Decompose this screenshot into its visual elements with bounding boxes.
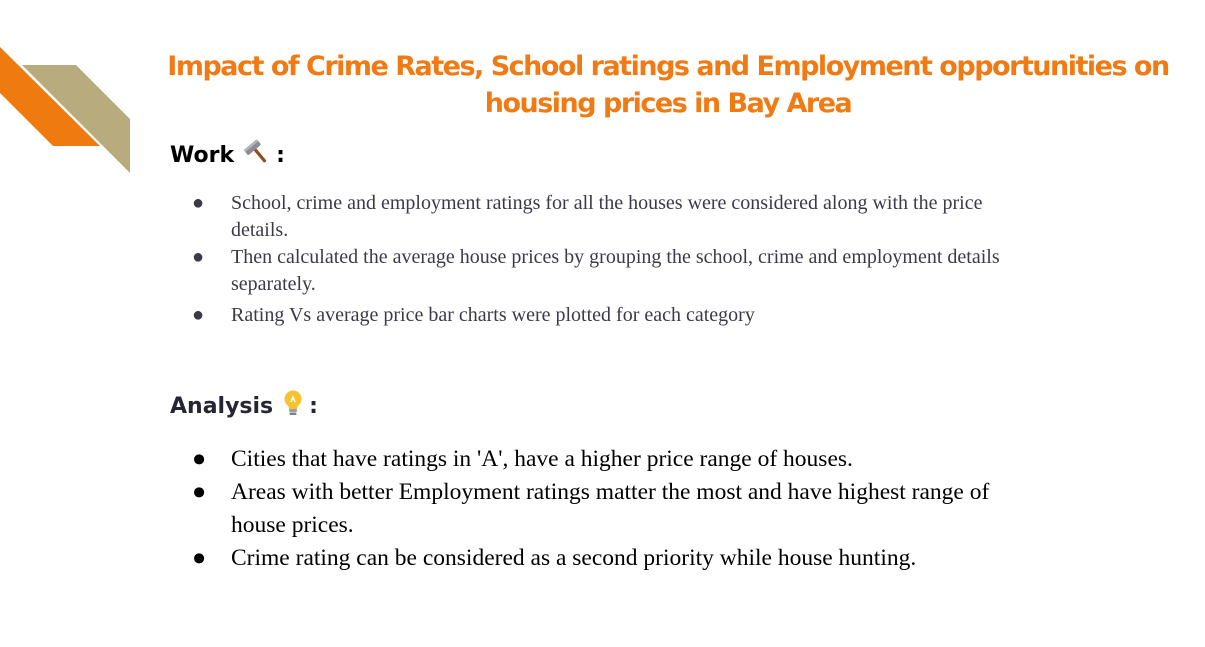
bullet-icon: ● bbox=[192, 304, 205, 326]
bullet-icon: ● bbox=[192, 192, 205, 214]
slide-title: Impact of Crime Rates, School ratings an… bbox=[167, 51, 1170, 119]
bullet-icon: ● bbox=[192, 446, 207, 472]
lightbulb-icon bbox=[281, 388, 305, 424]
analysis-heading-label: Analysis bbox=[170, 393, 274, 419]
list-item-text: Cities that have ratings in 'A', have a … bbox=[231, 446, 853, 472]
list-item: ● Then calculated the average house price… bbox=[188, 244, 1028, 298]
list-item: ● Cities that have ratings in 'A', have a… bbox=[188, 443, 1028, 476]
list-item: ● School, crime and employment ratings fo… bbox=[188, 190, 1028, 244]
list-item-text: Areas with better Employment ratings mat… bbox=[231, 479, 990, 538]
corner-decoration bbox=[0, 47, 130, 173]
hammer-icon bbox=[242, 138, 272, 172]
list-item-text: Then calculated the average house prices… bbox=[231, 246, 1000, 295]
list-item-text: Crime rating can be considered as a seco… bbox=[231, 545, 917, 571]
list-item: ● Crime rating can be considered as a sec… bbox=[188, 542, 1028, 575]
list-item: ● Rating Vs average price bar charts were… bbox=[188, 302, 1028, 329]
bullet-icon: ● bbox=[192, 545, 207, 571]
list-item: ● Areas with better Employment ratings ma… bbox=[188, 476, 1028, 542]
list-item-text: School, crime and employment ratings for… bbox=[231, 192, 983, 241]
bullet-icon: ● bbox=[192, 479, 207, 505]
analysis-heading: Analysis : bbox=[170, 388, 318, 424]
list-item-text: Rating Vs average price bar charts were … bbox=[231, 304, 755, 326]
work-heading-colon: : bbox=[276, 142, 285, 168]
analysis-bullet-list: ● Cities that have ratings in 'A', have a… bbox=[188, 443, 1028, 575]
bullet-icon: ● bbox=[192, 246, 205, 268]
work-heading-label: Work bbox=[170, 142, 235, 168]
work-heading: Work : bbox=[170, 138, 285, 172]
analysis-heading-colon: : bbox=[309, 393, 318, 419]
work-bullet-list: ● School, crime and employment ratings fo… bbox=[188, 190, 1028, 329]
